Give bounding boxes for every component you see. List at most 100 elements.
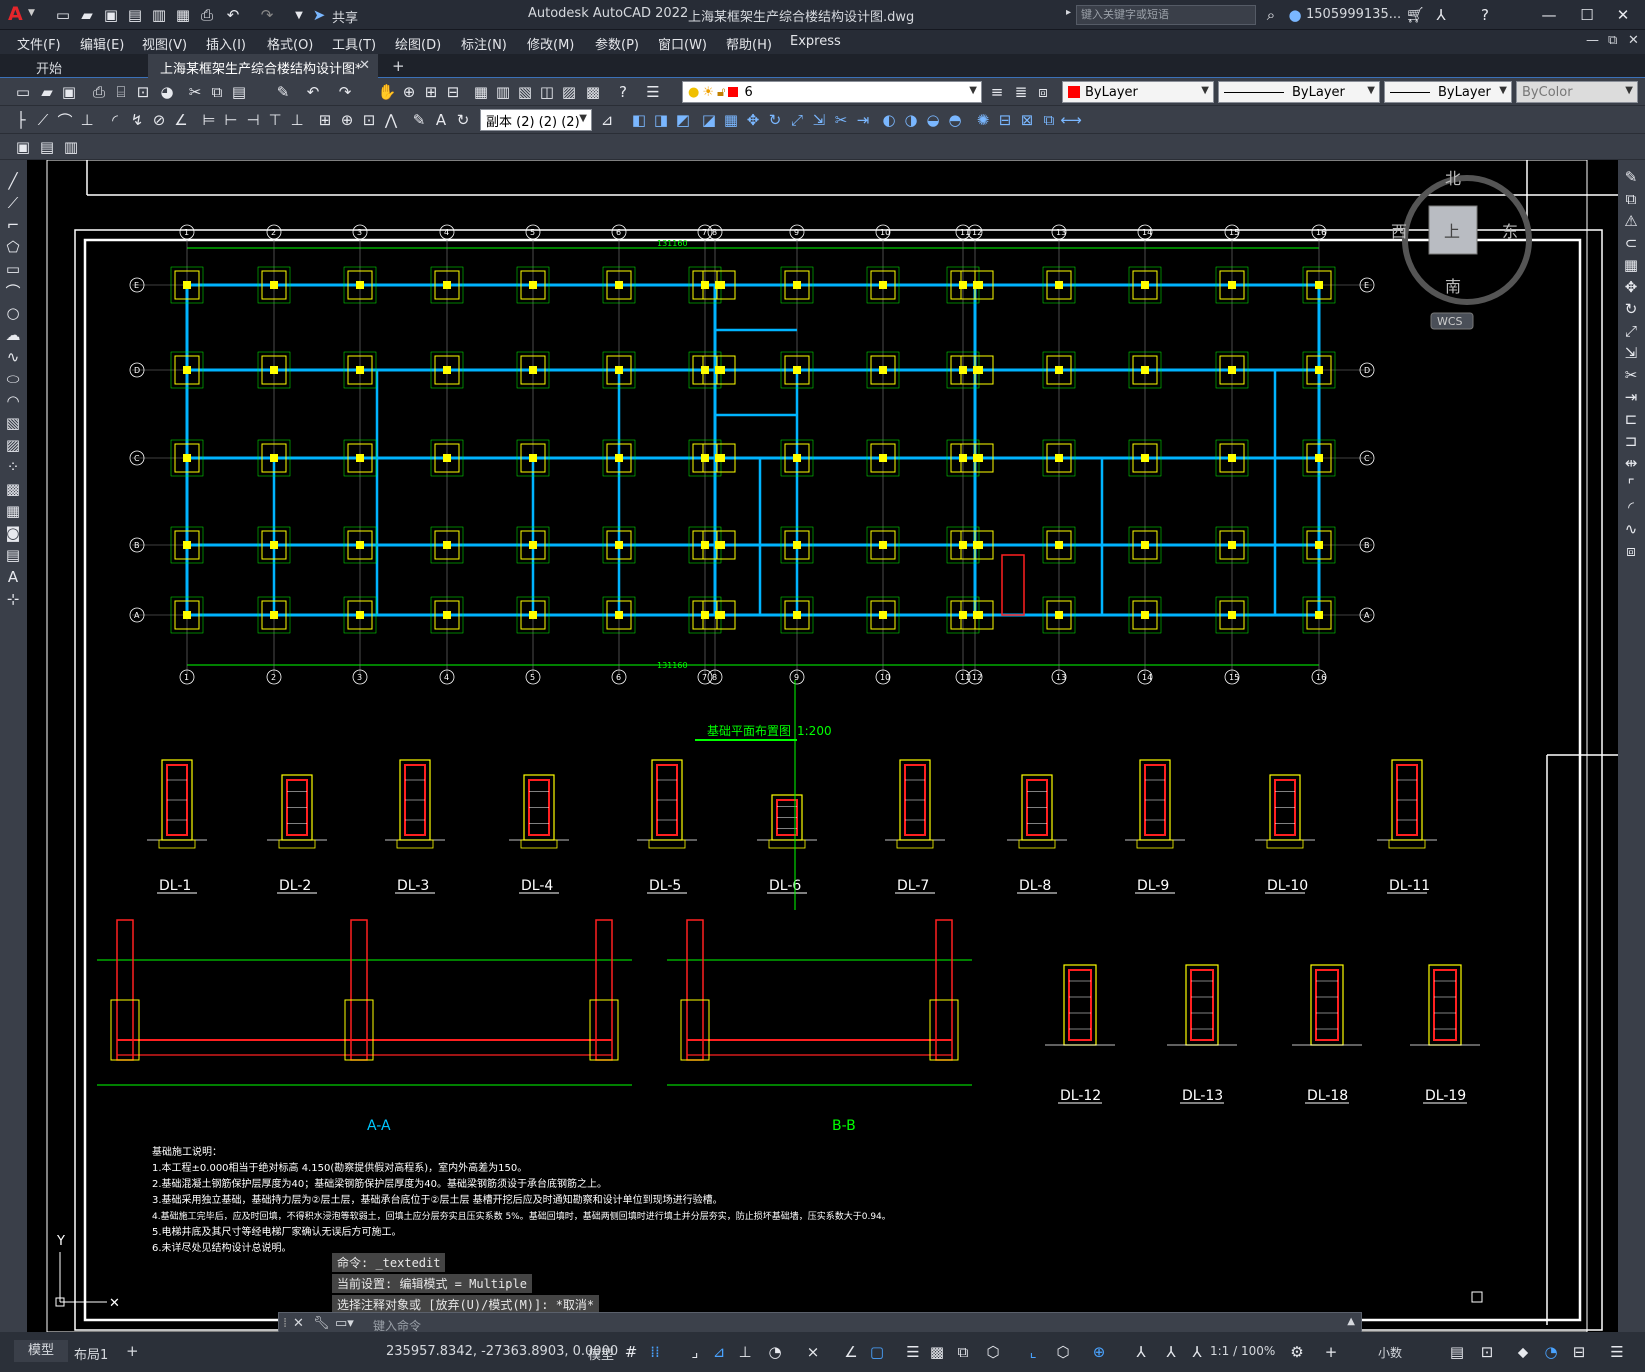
r-explode-icon[interactable]: ⧈ xyxy=(1620,540,1642,562)
r-stretch-icon[interactable]: ⇲ xyxy=(1620,342,1642,364)
tb-zoom-window-icon[interactable]: ⊞ xyxy=(420,81,442,103)
minimize-icon[interactable]: — xyxy=(1538,4,1560,26)
dim-continue-icon[interactable]: ⊣ xyxy=(242,109,264,131)
polar-icon[interactable]: ◔ xyxy=(764,1341,786,1363)
clean-screen-icon[interactable]: ⊟ xyxy=(1568,1341,1590,1363)
dim-angular-icon[interactable]: ∠ xyxy=(170,109,192,131)
ellipse-icon[interactable]: ⬭ xyxy=(2,368,24,390)
menu-view[interactable]: 视图(V) xyxy=(142,34,187,53)
tab-close-icon[interactable]: ✕ xyxy=(359,58,370,73)
revcloud-icon[interactable]: ☁ xyxy=(2,324,24,346)
dim-baseline-icon[interactable]: ⊢ xyxy=(220,109,242,131)
tb-help-icon[interactable]: ? xyxy=(612,81,634,103)
new-tab-button[interactable]: + xyxy=(392,57,405,75)
layer-previous-icon[interactable]: ≣ xyxy=(1010,81,1032,103)
annotation-visibility-icon[interactable]: ⅄ xyxy=(1130,1341,1152,1363)
make-current-layer-icon[interactable]: ≡ xyxy=(986,81,1008,103)
annotation-monitor-icon[interactable]: + xyxy=(1320,1341,1342,1363)
arc-icon[interactable]: ⌒ xyxy=(2,280,24,302)
layer-dropdown[interactable]: ● ☀ 🔓︎ 6 ▼ xyxy=(682,81,982,103)
scale-icon[interactable]: ⤢ xyxy=(786,109,808,131)
dynamic-input-icon[interactable]: ⊿ xyxy=(708,1341,730,1363)
tb-zoom-previous-icon[interactable]: ⊟ xyxy=(442,81,464,103)
tb-layer-manager-icon[interactable]: ☰ xyxy=(642,81,664,103)
erase-icon[interactable]: ◧ xyxy=(628,109,650,131)
extend-icon[interactable]: ⇥ xyxy=(852,109,874,131)
move-icon[interactable]: ✥ xyxy=(742,109,764,131)
dim-update-icon[interactable]: ↻ xyxy=(452,109,474,131)
align-icon[interactable]: ⊟ xyxy=(994,109,1016,131)
grid-icon[interactable]: # xyxy=(620,1341,642,1363)
open-web-icon[interactable]: ▥ xyxy=(148,4,170,26)
cmd-grip-icon[interactable]: ⁞ xyxy=(283,1316,287,1331)
tb-markup-icon[interactable]: ▨ xyxy=(558,81,580,103)
menu-modify[interactable]: 修改(M) xyxy=(527,34,574,53)
open-file-icon[interactable]: ▰ xyxy=(76,4,98,26)
save-as-icon[interactable]: ▤ xyxy=(124,4,146,26)
ellipse-arc-icon[interactable]: ◠ xyxy=(2,390,24,412)
model-space-button[interactable]: 模型 xyxy=(588,1344,614,1363)
menu-window[interactable]: 窗口(W) xyxy=(658,34,707,53)
close-icon[interactable]: ✕ xyxy=(1612,4,1634,26)
quick-properties-icon[interactable]: ▤ xyxy=(1446,1341,1468,1363)
new-file-icon[interactable]: ▭ xyxy=(52,4,74,26)
rectangle-icon[interactable]: ▭ xyxy=(2,258,24,280)
r-fillet-icon[interactable]: ◜ xyxy=(1620,496,1642,518)
polyline-icon[interactable]: ⌐ xyxy=(2,214,24,236)
doc-minimize-icon[interactable]: — xyxy=(1586,33,1599,48)
hatch-icon[interactable]: ▩ xyxy=(2,478,24,500)
r-join-icon[interactable]: ⇹ xyxy=(1620,452,1642,474)
units[interactable]: 小数 xyxy=(1378,1344,1402,1361)
tb-cut-icon[interactable]: ✂ xyxy=(184,81,206,103)
r-offset-icon[interactable]: ⊂ xyxy=(1620,232,1642,254)
infer-icon[interactable]: ⌟ xyxy=(684,1341,706,1363)
tb-calc-icon[interactable]: ▩ xyxy=(582,81,604,103)
tab-start[interactable]: 开始 xyxy=(0,54,148,78)
tb-plot-icon[interactable]: ⎙ xyxy=(88,81,110,103)
table-icon[interactable]: ▤ xyxy=(2,544,24,566)
drawing-canvas[interactable]: 131160 131160 1 1 2 2 3 3 4 4 5 5 6 6 7 7 8 8 9 9 10 10 11 11 12… xyxy=(27,160,1618,1332)
viewcube[interactable]: 上 北 南 东 西 WCS xyxy=(1391,169,1532,330)
r-scale-icon[interactable]: ⤢ xyxy=(1620,320,1642,342)
coordinates[interactable]: 235957.8342, -27363.8903, 0.0000 xyxy=(386,1344,618,1359)
search-expand-icon[interactable]: ▸ xyxy=(1066,7,1071,18)
user-icon[interactable]: ● xyxy=(1284,4,1306,26)
make-block-icon[interactable]: ▨ xyxy=(2,434,24,456)
r-erase-icon[interactable]: ✎ xyxy=(1620,166,1642,188)
spline-icon[interactable]: ∿ xyxy=(2,346,24,368)
r-extend-icon[interactable]: ⇥ xyxy=(1620,386,1642,408)
pedit-icon[interactable]: ⊠ xyxy=(1016,109,1038,131)
dim-text-edit-icon[interactable]: A xyxy=(430,109,452,131)
linetype-dropdown[interactable]: ByLayer ▼ xyxy=(1218,81,1380,103)
save-web-icon[interactable]: ▦ xyxy=(172,4,194,26)
r-break-icon[interactable]: ⊐ xyxy=(1620,430,1642,452)
region-icon[interactable]: ◙ xyxy=(2,522,24,544)
tb-designcenter-icon[interactable]: ▥ xyxy=(492,81,514,103)
add-layout-button[interactable]: + xyxy=(126,1342,139,1360)
viewcube-east[interactable]: 东 xyxy=(1502,222,1518,241)
help-icon[interactable]: ? xyxy=(1474,4,1496,26)
dim-arc-icon[interactable]: ⌒ xyxy=(54,109,76,131)
stretch-icon[interactable]: ⇲ xyxy=(808,109,830,131)
extra-tool-3-icon[interactable]: ▥ xyxy=(60,136,82,158)
tb-copy-icon[interactable]: ⧉ xyxy=(206,81,228,103)
r-chamfer-icon[interactable]: ⌜ xyxy=(1620,474,1642,496)
search-input[interactable]: 键入关键字或短语 xyxy=(1076,5,1256,25)
lock-ui-icon[interactable]: ⊡ xyxy=(1476,1341,1498,1363)
inspect-icon[interactable]: ⊡ xyxy=(358,109,380,131)
doc-close-icon[interactable]: ✕ xyxy=(1628,33,1639,48)
cmd-expand-icon[interactable]: ▲ xyxy=(1347,1316,1355,1327)
construction-line-icon[interactable]: ⟋ xyxy=(2,192,24,214)
tb-paste-icon[interactable]: ▤ xyxy=(228,81,250,103)
dim-radius-icon[interactable]: ◜ xyxy=(104,109,126,131)
trim-icon[interactable]: ✂ xyxy=(830,109,852,131)
dim-linear-icon[interactable]: ├ xyxy=(10,109,32,131)
r-array-icon[interactable]: ▦ xyxy=(1620,254,1642,276)
plot-icon[interactable]: ⎙ xyxy=(196,4,218,26)
copy-object-icon[interactable]: ◨ xyxy=(650,109,672,131)
osnap-tracking-icon[interactable]: ∠ xyxy=(840,1341,862,1363)
viewcube-west[interactable]: 西 xyxy=(1391,222,1407,241)
tb-publish-icon[interactable]: ⊡ xyxy=(132,81,154,103)
save-icon[interactable]: ▣ xyxy=(100,4,122,26)
search-icon[interactable]: ⌕ xyxy=(1260,4,1282,26)
